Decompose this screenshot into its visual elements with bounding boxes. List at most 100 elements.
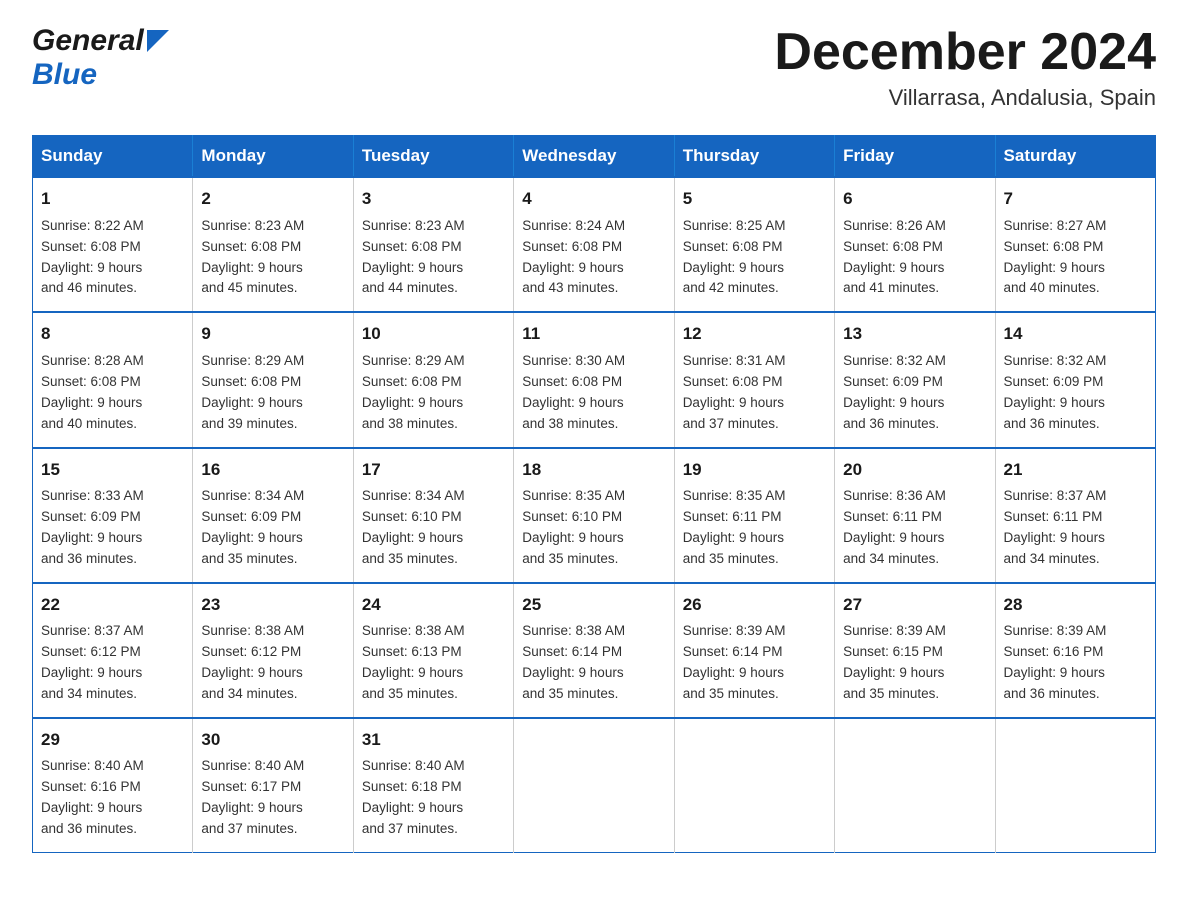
calendar-header-row: SundayMondayTuesdayWednesdayThursdayFrid…	[33, 136, 1156, 178]
day-number: 3	[362, 186, 505, 212]
calendar-day-cell	[674, 718, 834, 853]
day-info: Sunrise: 8:23 AMSunset: 6:08 PMDaylight:…	[201, 216, 344, 300]
day-info: Sunrise: 8:33 AMSunset: 6:09 PMDaylight:…	[41, 486, 184, 570]
day-number: 28	[1004, 592, 1147, 618]
day-number: 10	[362, 321, 505, 347]
calendar-day-cell: 1 Sunrise: 8:22 AMSunset: 6:08 PMDaylight…	[33, 177, 193, 312]
day-number: 30	[201, 727, 344, 753]
day-info: Sunrise: 8:28 AMSunset: 6:08 PMDaylight:…	[41, 351, 184, 435]
calendar-day-cell: 16 Sunrise: 8:34 AMSunset: 6:09 PMDayligh…	[193, 448, 353, 583]
day-number: 16	[201, 457, 344, 483]
calendar-day-cell: 20 Sunrise: 8:36 AMSunset: 6:11 PMDayligh…	[835, 448, 995, 583]
calendar-week-row: 1 Sunrise: 8:22 AMSunset: 6:08 PMDaylight…	[33, 177, 1156, 312]
calendar-header-cell: Monday	[193, 136, 353, 178]
day-number: 29	[41, 727, 184, 753]
calendar-day-cell: 2Sunrise: 8:23 AMSunset: 6:08 PMDaylight…	[193, 177, 353, 312]
calendar-header-cell: Friday	[835, 136, 995, 178]
calendar-day-cell: 19 Sunrise: 8:35 AMSunset: 6:11 PMDayligh…	[674, 448, 834, 583]
day-number: 23	[201, 592, 344, 618]
day-info: Sunrise: 8:38 AMSunset: 6:14 PMDaylight:…	[522, 621, 665, 705]
day-number: 21	[1004, 457, 1147, 483]
calendar-day-cell: 9Sunrise: 8:29 AMSunset: 6:08 PMDaylight…	[193, 312, 353, 447]
day-number: 4	[522, 186, 665, 212]
day-number: 26	[683, 592, 826, 618]
calendar-day-cell: 27 Sunrise: 8:39 AMSunset: 6:15 PMDayligh…	[835, 583, 995, 718]
day-number: 12	[683, 321, 826, 347]
calendar-day-cell: 18 Sunrise: 8:35 AMSunset: 6:10 PMDayligh…	[514, 448, 674, 583]
title-block: December 2024 Villarrasa, Andalusia, Spa…	[774, 24, 1156, 111]
calendar-day-cell: 22 Sunrise: 8:37 AMSunset: 6:12 PMDayligh…	[33, 583, 193, 718]
day-number: 11	[522, 321, 665, 347]
day-info: Sunrise: 8:37 AMSunset: 6:12 PMDaylight:…	[41, 621, 184, 705]
day-info: Sunrise: 8:40 AMSunset: 6:18 PMDaylight:…	[362, 756, 505, 840]
day-number: 5	[683, 186, 826, 212]
day-info: Sunrise: 8:26 AMSunset: 6:08 PMDaylight:…	[843, 216, 986, 300]
day-info: Sunrise: 8:39 AMSunset: 6:15 PMDaylight:…	[843, 621, 986, 705]
calendar-week-row: 22 Sunrise: 8:37 AMSunset: 6:12 PMDayligh…	[33, 583, 1156, 718]
calendar-week-row: 8 Sunrise: 8:28 AMSunset: 6:08 PMDaylight…	[33, 312, 1156, 447]
calendar-day-cell: 5 Sunrise: 8:25 AMSunset: 6:08 PMDaylight…	[674, 177, 834, 312]
calendar-day-cell: 3 Sunrise: 8:23 AMSunset: 6:08 PMDaylight…	[353, 177, 513, 312]
day-info: Sunrise: 8:35 AMSunset: 6:11 PMDaylight:…	[683, 486, 826, 570]
day-number: 14	[1004, 321, 1147, 347]
calendar-day-cell: 15 Sunrise: 8:33 AMSunset: 6:09 PMDayligh…	[33, 448, 193, 583]
day-number: 22	[41, 592, 184, 618]
day-number: 27	[843, 592, 986, 618]
calendar-day-cell: 10Sunrise: 8:29 AMSunset: 6:08 PMDayligh…	[353, 312, 513, 447]
page-subtitle: Villarrasa, Andalusia, Spain	[774, 85, 1156, 111]
calendar-day-cell	[995, 718, 1155, 853]
day-number: 24	[362, 592, 505, 618]
day-info: Sunrise: 8:36 AMSunset: 6:11 PMDaylight:…	[843, 486, 986, 570]
day-info: Sunrise: 8:25 AMSunset: 6:08 PMDaylight:…	[683, 216, 826, 300]
calendar-header-cell: Thursday	[674, 136, 834, 178]
day-number: 31	[362, 727, 505, 753]
calendar-header-cell: Saturday	[995, 136, 1155, 178]
calendar-day-cell: 14 Sunrise: 8:32 AMSunset: 6:09 PMDayligh…	[995, 312, 1155, 447]
day-info: Sunrise: 8:34 AMSunset: 6:09 PMDaylight:…	[201, 486, 344, 570]
calendar-day-cell	[514, 718, 674, 853]
day-info: Sunrise: 8:24 AMSunset: 6:08 PMDaylight:…	[522, 216, 665, 300]
day-number: 15	[41, 457, 184, 483]
day-number: 13	[843, 321, 986, 347]
day-number: 8	[41, 321, 184, 347]
day-info: Sunrise: 8:23 AMSunset: 6:08 PMDaylight:…	[362, 216, 505, 300]
day-info: Sunrise: 8:40 AMSunset: 6:16 PMDaylight:…	[41, 756, 184, 840]
calendar-header: SundayMondayTuesdayWednesdayThursdayFrid…	[33, 136, 1156, 178]
logo: General Blue	[32, 24, 169, 92]
day-number: 7	[1004, 186, 1147, 212]
day-info: Sunrise: 8:32 AMSunset: 6:09 PMDaylight:…	[1004, 351, 1147, 435]
calendar-header-cell: Tuesday	[353, 136, 513, 178]
day-info: Sunrise: 8:22 AMSunset: 6:08 PMDaylight:…	[41, 216, 184, 300]
calendar-week-row: 29 Sunrise: 8:40 AMSunset: 6:16 PMDayligh…	[33, 718, 1156, 853]
day-info: Sunrise: 8:38 AMSunset: 6:13 PMDaylight:…	[362, 621, 505, 705]
day-number: 1	[41, 186, 184, 212]
day-info: Sunrise: 8:27 AMSunset: 6:08 PMDaylight:…	[1004, 216, 1147, 300]
calendar-day-cell: 26Sunrise: 8:39 AMSunset: 6:14 PMDayligh…	[674, 583, 834, 718]
day-number: 19	[683, 457, 826, 483]
calendar-day-cell: 17Sunrise: 8:34 AMSunset: 6:10 PMDayligh…	[353, 448, 513, 583]
day-number: 17	[362, 457, 505, 483]
day-info: Sunrise: 8:37 AMSunset: 6:11 PMDaylight:…	[1004, 486, 1147, 570]
calendar-day-cell: 31 Sunrise: 8:40 AMSunset: 6:18 PMDayligh…	[353, 718, 513, 853]
calendar-day-cell: 29 Sunrise: 8:40 AMSunset: 6:16 PMDayligh…	[33, 718, 193, 853]
calendar-day-cell: 28 Sunrise: 8:39 AMSunset: 6:16 PMDayligh…	[995, 583, 1155, 718]
logo-general-text: General	[32, 24, 144, 58]
day-info: Sunrise: 8:32 AMSunset: 6:09 PMDaylight:…	[843, 351, 986, 435]
calendar-day-cell: 4 Sunrise: 8:24 AMSunset: 6:08 PMDaylight…	[514, 177, 674, 312]
day-number: 25	[522, 592, 665, 618]
day-number: 18	[522, 457, 665, 483]
calendar-day-cell: 8 Sunrise: 8:28 AMSunset: 6:08 PMDaylight…	[33, 312, 193, 447]
day-info: Sunrise: 8:39 AMSunset: 6:16 PMDaylight:…	[1004, 621, 1147, 705]
day-info: Sunrise: 8:31 AMSunset: 6:08 PMDaylight:…	[683, 351, 826, 435]
calendar-day-cell: 21 Sunrise: 8:37 AMSunset: 6:11 PMDayligh…	[995, 448, 1155, 583]
day-info: Sunrise: 8:30 AMSunset: 6:08 PMDaylight:…	[522, 351, 665, 435]
calendar-header-cell: Wednesday	[514, 136, 674, 178]
day-info: Sunrise: 8:40 AMSunset: 6:17 PMDaylight:…	[201, 756, 344, 840]
calendar-day-cell: 30 Sunrise: 8:40 AMSunset: 6:17 PMDayligh…	[193, 718, 353, 853]
calendar-day-cell: 13 Sunrise: 8:32 AMSunset: 6:09 PMDayligh…	[835, 312, 995, 447]
calendar-day-cell: 25 Sunrise: 8:38 AMSunset: 6:14 PMDayligh…	[514, 583, 674, 718]
calendar-week-row: 15 Sunrise: 8:33 AMSunset: 6:09 PMDayligh…	[33, 448, 1156, 583]
day-info: Sunrise: 8:29 AMSunset: 6:08 PMDaylight:…	[201, 351, 344, 435]
day-number: 20	[843, 457, 986, 483]
day-info: Sunrise: 8:35 AMSunset: 6:10 PMDaylight:…	[522, 486, 665, 570]
